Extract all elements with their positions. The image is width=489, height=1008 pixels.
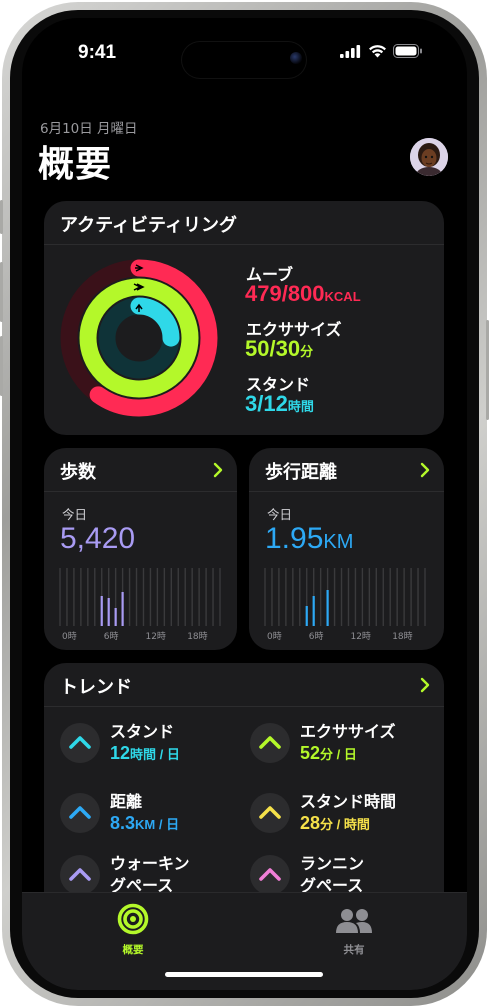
- stand-value-unit: 時間: [287, 399, 314, 414]
- hour-axis-label: 6時: [309, 631, 324, 642]
- trend-item[interactable]: エクササイズ 52分 / 日: [250, 721, 444, 767]
- move-value-unit: KCAL: [324, 289, 361, 304]
- battery-icon: [393, 44, 422, 58]
- chevron-right-icon: [213, 462, 223, 478]
- front-camera: [290, 52, 302, 64]
- trend-badge: [250, 855, 290, 895]
- trend-badge: [250, 723, 290, 763]
- action-button: [0, 200, 3, 234]
- volume-up-button: [0, 262, 3, 322]
- dynamic-island: [182, 42, 306, 78]
- stand-value-number: 3/12: [245, 391, 288, 416]
- people-icon: [336, 909, 372, 933]
- trend-name: エクササイズ: [300, 722, 396, 741]
- trend-badge: [60, 723, 100, 763]
- distance-value-unit: KM: [323, 531, 354, 553]
- hour-axis-label: 12時: [145, 631, 165, 642]
- steps-value: 5,420: [60, 522, 136, 555]
- card-header: 歩数: [44, 448, 237, 492]
- trend-name: ランニン グペース: [300, 854, 365, 895]
- trend-value: 28分 / 時間: [300, 813, 370, 834]
- card-header: 歩行距離: [249, 448, 444, 492]
- tab-summary[interactable]: 概要: [93, 901, 173, 957]
- activity-rings-chart: [60, 259, 218, 417]
- chevron-up-icon: [69, 868, 91, 881]
- trend-value-number: 52: [300, 743, 321, 763]
- screen: 9:41 6月10日 月曜日 概要 アクティビティリング ムーブ 479/800…: [22, 18, 467, 990]
- today-label: 今日: [62, 507, 88, 522]
- trend-value-number: 12: [110, 743, 131, 763]
- activity-rings-icon: [117, 903, 149, 935]
- today-label: 今日: [267, 507, 293, 522]
- chevron-up-icon: [259, 736, 281, 749]
- move-value: 479/800KCAL: [245, 281, 361, 307]
- trend-badge: [60, 855, 100, 895]
- hour-axis-label: 18時: [187, 631, 207, 642]
- steps-card[interactable]: 歩数 今日 5,420 0時 6時 12時 18時: [44, 448, 237, 650]
- exercise-value: 50/30分: [245, 336, 313, 362]
- trend-name: スタンド時間: [300, 792, 397, 811]
- trend-value-unit: 時間 / 日: [130, 747, 180, 762]
- card-title: 歩数: [60, 462, 96, 483]
- card-header: トレンド: [44, 663, 444, 707]
- trend-name: 距離: [110, 792, 143, 811]
- page-title: 概要: [38, 144, 113, 185]
- status-icons: [340, 44, 423, 58]
- trend-value-number: 28: [300, 813, 321, 833]
- card-title: 歩行距離: [265, 462, 337, 483]
- tab-summary-label: 概要: [122, 944, 144, 956]
- trend-item[interactable]: スタンド 12時間 / 日: [60, 721, 260, 767]
- home-indicator[interactable]: [165, 972, 323, 977]
- hour-axis-label: 6時: [104, 631, 119, 642]
- distance-value-number: 1.95: [265, 522, 324, 555]
- trend-value-unit: KM / 日: [135, 817, 180, 832]
- chevron-up-icon: [259, 806, 281, 819]
- hour-axis-label: 18時: [392, 631, 412, 642]
- memoji-icon: [410, 138, 448, 176]
- chevron-up-icon: [259, 868, 281, 881]
- trend-name: スタンド: [110, 722, 175, 741]
- chevron-right-icon: [420, 462, 430, 478]
- hour-axis-label: 0時: [62, 631, 77, 642]
- volume-down-button: [0, 336, 3, 396]
- wifi-icon: [369, 45, 386, 58]
- hour-axis-label: 0時: [267, 631, 282, 642]
- tab-sharing-label: 共有: [343, 944, 365, 956]
- move-value-number: 479/800: [245, 281, 325, 306]
- chevron-right-icon: [420, 677, 430, 693]
- distance-card[interactable]: 歩行距離 今日 1.95KM 0時 6時 12時 18時: [249, 448, 444, 650]
- profile-avatar[interactable]: [410, 138, 448, 176]
- hour-axis-label: 12時: [350, 631, 370, 642]
- activity-rings-card[interactable]: アクティビティリング ムーブ 479/800KCAL エクササイズ 50/30分…: [44, 201, 444, 435]
- trend-item[interactable]: 距離 8.3KM / 日: [60, 791, 260, 837]
- cellular-signal-icon: [340, 44, 361, 58]
- tab-sharing[interactable]: 共有: [314, 901, 394, 957]
- trend-value: 52分 / 日: [300, 743, 357, 764]
- trend-value-unit: 分 / 日: [320, 747, 357, 762]
- exercise-value-number: 50/30: [245, 336, 301, 361]
- distance-value: 1.95KM: [265, 522, 353, 556]
- card-title: トレンド: [60, 677, 132, 698]
- exercise-value-unit: 分: [300, 344, 314, 359]
- trend-value-unit: 分 / 時間: [320, 817, 370, 832]
- stand-value: 3/12時間: [245, 391, 314, 417]
- trend-value-number: 8.3: [110, 813, 136, 833]
- steps-hourly-chart: 0時 6時 12時 18時: [59, 568, 221, 642]
- card-header: アクティビティリング: [44, 201, 444, 245]
- chevron-up-icon: [69, 736, 91, 749]
- tab-bar: 概要 共有: [22, 892, 467, 990]
- distance-hourly-chart: 0時 6時 12時 18時: [264, 568, 426, 642]
- trend-name: ウォーキン グペース: [110, 854, 190, 895]
- card-title: アクティビティリング: [60, 215, 237, 236]
- trend-badge: [250, 793, 290, 833]
- chevron-up-icon: [69, 806, 91, 819]
- trend-value: 12時間 / 日: [110, 743, 180, 764]
- trend-value: 8.3KM / 日: [110, 813, 179, 834]
- trend-item[interactable]: スタンド時間 28分 / 時間: [250, 791, 444, 837]
- date-label: 6月10日 月曜日: [40, 121, 138, 137]
- trend-badge: [60, 793, 100, 833]
- status-time: 9:41: [78, 42, 117, 63]
